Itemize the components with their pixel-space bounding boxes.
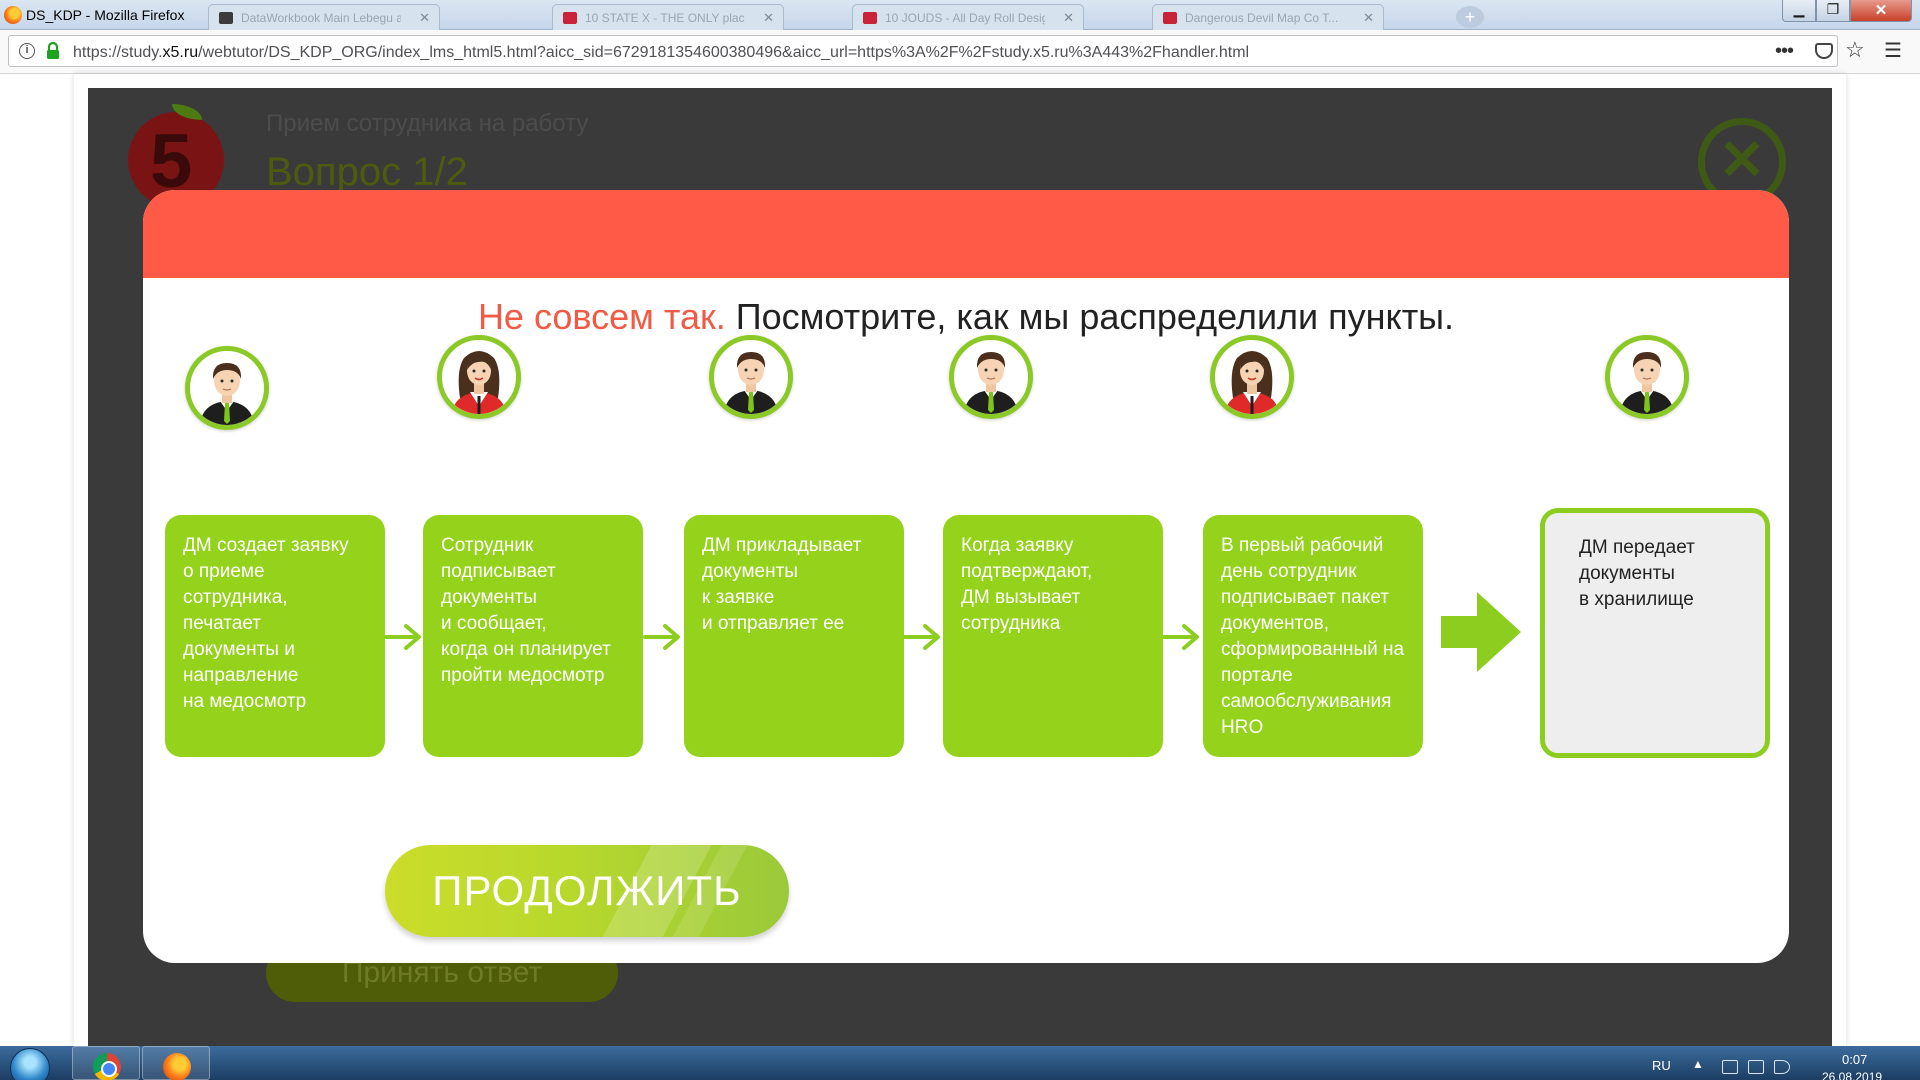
windows-taskbar: RU ▲ 0:07 26.08.2019 [0, 1046, 1920, 1080]
step-text: Когда заявку подтверждают, ДМ вызывает с… [961, 535, 1093, 634]
clock-date[interactable]: 26.08.2019 [1822, 1070, 1882, 1080]
firefox-logo-icon [4, 6, 22, 24]
close-icon: ✕ [1718, 128, 1766, 191]
tab-favicon-icon [1163, 12, 1177, 24]
continue-button[interactable]: ПРОДОЛЖИТЬ [385, 845, 789, 937]
feedback-message: Посмотрите, как мы распределили пункты. [735, 296, 1455, 337]
tab-close-icon[interactable]: ✕ [1363, 10, 1374, 26]
close-window-button[interactable]: ✕ [1850, 0, 1912, 22]
big-arrow-icon [1441, 592, 1521, 672]
chrome-icon [93, 1053, 121, 1080]
browser-tab[interactable]: 10 JOUDS - All Day Roll Desig... ✕ [852, 4, 1084, 30]
modal-title: Не совсем так. Посмотрите, как мы распре… [143, 296, 1789, 338]
male-manager-avatar [709, 335, 793, 419]
female-avatar-icon [442, 340, 516, 414]
male-manager-avatar [1605, 335, 1689, 419]
question-counter: Вопрос 1/2 [266, 150, 468, 194]
process-step-4: Когда заявку подтверждают, ДМ вызывает с… [943, 515, 1163, 757]
volume-icon[interactable] [1774, 1060, 1790, 1074]
lock-icon[interactable] [45, 42, 61, 60]
tab-label: 10 STATE X - THE ONLY place I... [585, 11, 745, 25]
step-arrow-icon [903, 624, 940, 650]
show-hidden-icons-icon[interactable]: ▲ [1692, 1057, 1704, 1071]
tab-label: 10 JOUDS - All Day Roll Desig... [885, 11, 1045, 25]
tab-close-icon[interactable]: ✕ [763, 10, 774, 26]
taskbar-firefox[interactable] [142, 1046, 210, 1080]
browser-tab[interactable]: Dangerous Devil Map Co T... ✕ [1152, 4, 1384, 30]
male-manager-avatar [185, 346, 269, 430]
step-arrow-icon [384, 624, 421, 650]
step-arrow-icon [643, 624, 680, 650]
female-employee-avatar [1210, 335, 1294, 419]
step-arrow-icon [1162, 624, 1199, 650]
bookmark-star-icon[interactable]: ☆ [1845, 37, 1865, 63]
taskbar-chrome[interactable] [72, 1046, 140, 1080]
tab-label: Dangerous Devil Map Co T... [1185, 11, 1339, 25]
tab-close-icon[interactable]: ✕ [1063, 10, 1074, 26]
maximize-button[interactable]: ❐ [1816, 0, 1850, 22]
process-step-2: Сотрудник подписывает документы и сообща… [423, 515, 643, 757]
minimize-button[interactable]: ▁ [1782, 0, 1816, 22]
new-tab-button[interactable]: + [1456, 6, 1484, 28]
feedback-modal: Не совсем так. Посмотрите, как мы распре… [143, 190, 1789, 963]
clock-time[interactable]: 0:07 [1842, 1052, 1867, 1067]
tab-label: DataWorkbook Main Lebegu an G... [241, 11, 401, 25]
tab-close-icon[interactable]: ✕ [419, 10, 430, 26]
start-button[interactable] [10, 1048, 50, 1080]
pocket-icon[interactable] [1815, 43, 1833, 59]
minimize-icon: ▁ [1793, 1, 1805, 17]
window-title-bar: DS_KDP - Mozilla Firefox DataWorkbook Ma… [0, 0, 1920, 30]
male-avatar-icon [190, 351, 264, 425]
process-step-5: В первый рабочий день сотрудник подписыв… [1203, 515, 1423, 757]
male-avatar-icon [1610, 340, 1684, 414]
url-text[interactable]: https://study.x5.ru/webtutor/DS_KDP_ORG/… [73, 44, 1249, 62]
step-text: ДМ создает заявку о приеме сотрудника, п… [183, 535, 349, 712]
action-center-icon[interactable] [1722, 1060, 1738, 1074]
network-icon[interactable] [1748, 1060, 1764, 1074]
male-avatar-icon [954, 340, 1028, 414]
feedback-verdict: Не совсем так. [477, 296, 726, 337]
process-step-1: ДМ создает заявку о приеме сотрудника, п… [165, 515, 385, 757]
browser-tab[interactable]: DataWorkbook Main Lebegu an G... ✕ [208, 4, 440, 30]
process-step-3: ДМ прикладывает документы к заявке и отп… [684, 515, 904, 757]
tab-favicon-icon [563, 12, 577, 24]
tab-favicon-icon [863, 12, 877, 24]
firefox-icon [163, 1053, 191, 1080]
course-title: Прием сотрудника на работу [266, 110, 589, 137]
step-text: ДМ прикладывает документы к заявке и отп… [702, 535, 862, 634]
modal-header [143, 190, 1789, 278]
address-bar[interactable]: i https://study.x5.ru/webtutor/DS_KDP_OR… [8, 35, 1838, 67]
male-manager-avatar [949, 335, 1033, 419]
page-actions-icon[interactable]: ••• [1775, 40, 1794, 63]
male-avatar-icon [714, 340, 788, 414]
female-employee-avatar [437, 335, 521, 419]
navigation-bar: i https://study.x5.ru/webtutor/DS_KDP_OR… [0, 30, 1920, 74]
window-title: DS_KDP - Mozilla Firefox [26, 7, 185, 23]
process-step-final: ДМ передает документы в хранилище [1540, 508, 1770, 758]
hamburger-menu-icon[interactable]: ☰ [1884, 38, 1902, 63]
info-icon[interactable]: i [19, 43, 35, 59]
tab-favicon-icon [219, 12, 233, 24]
close-icon: ✕ [1874, 2, 1888, 19]
step-text: В первый рабочий день сотрудник подписыв… [1221, 535, 1405, 738]
language-indicator[interactable]: RU [1652, 1058, 1671, 1073]
step-text: Сотрудник подписывает документы и сообща… [441, 535, 611, 686]
browser-tab[interactable]: 10 STATE X - THE ONLY place I... ✕ [552, 4, 784, 30]
maximize-icon: ❐ [1826, 1, 1840, 17]
step-text: ДМ передает документы в хранилище [1579, 537, 1695, 610]
continue-button-label: ПРОДОЛЖИТЬ [432, 867, 742, 914]
female-avatar-icon [1215, 340, 1289, 414]
